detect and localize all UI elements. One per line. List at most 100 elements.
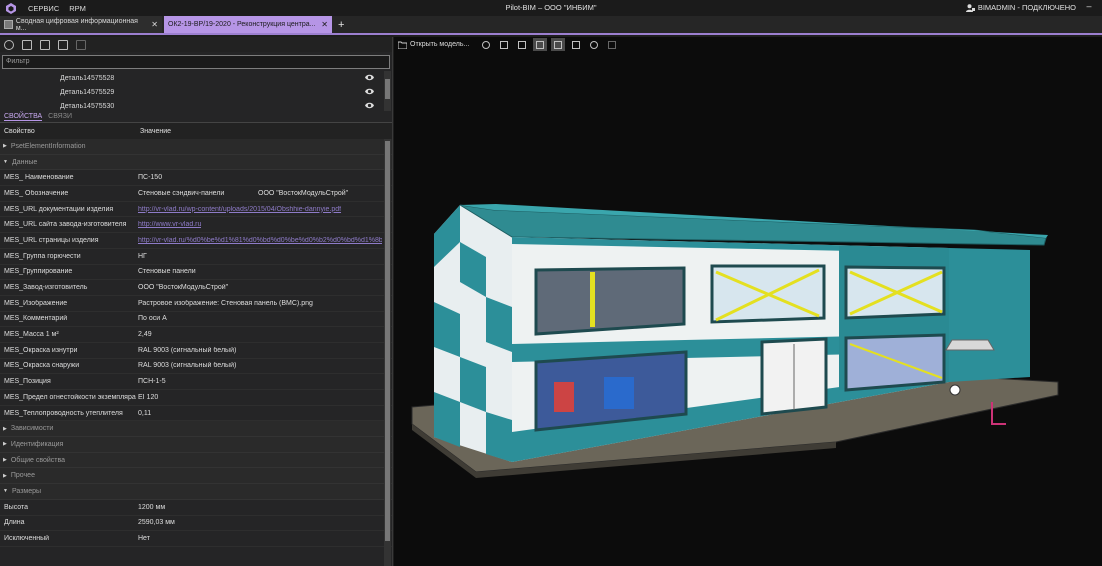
- property-row[interactable]: MES_Масса 1 м² 2,49: [0, 327, 392, 343]
- property-value: НГ: [138, 252, 147, 260]
- property-scrollbar[interactable]: [384, 139, 391, 566]
- dropdown-icon[interactable]: [76, 39, 86, 50]
- open-model-button[interactable]: Открыть модель...: [398, 41, 469, 49]
- model-viewport[interactable]: Открыть модель...: [394, 37, 1102, 566]
- property-row[interactable]: MES_Изображение Растровое изображение: Ст…: [0, 296, 392, 312]
- group-data[interactable]: ▼ Данные: [0, 154, 392, 171]
- tab-reconstruction[interactable]: ОК2-19-ВР/19-2020 - Реконструкция центра…: [164, 16, 332, 33]
- property-value-link[interactable]: http://www.vr-vlad.ru: [136, 221, 201, 228]
- expand-icon: ▶: [3, 472, 7, 479]
- filter-settings-icon[interactable]: [58, 39, 68, 50]
- property-value: По оси А: [138, 315, 167, 323]
- tree-item[interactable]: Деталь14575528: [0, 71, 392, 85]
- section-box-icon[interactable]: [533, 38, 548, 51]
- tree-item[interactable]: Деталь14575530: [0, 99, 392, 113]
- property-value: RAL 9003 (сигнальный белый): [138, 362, 237, 370]
- property-row[interactable]: MES_Позиция ПСН-1-5: [0, 374, 392, 390]
- tab-links[interactable]: СВЯЗИ: [48, 113, 72, 120]
- property-value: Нет: [138, 535, 150, 543]
- add-tab-button[interactable]: +: [338, 19, 344, 31]
- building-3d-model[interactable]: [394, 52, 1102, 566]
- close-icon[interactable]: ✕: [321, 20, 328, 29]
- property-value-link[interactable]: http://vr-vlad.ru/%d0%be%d1%81%d0%bd%d0%…: [136, 237, 382, 244]
- group-pset[interactable]: ▶ PsetElementInformation: [0, 139, 392, 155]
- property-row[interactable]: MES_Группирование Стеновые панели: [0, 265, 392, 281]
- property-row[interactable]: MES_Теплопроводность утеплителя 0,11: [0, 406, 392, 422]
- property-value: 1200 мм: [138, 503, 166, 511]
- property-row[interactable]: MES_URL документации изделия http://vr-vl…: [0, 202, 392, 218]
- filter-input[interactable]: Фильтр: [2, 55, 390, 69]
- refresh-icon[interactable]: [4, 39, 14, 50]
- open-model-label: Открыть модель...: [410, 41, 470, 48]
- menu-service[interactable]: СЕРВИС: [28, 4, 59, 13]
- group-dependencies[interactable]: ▶ Зависимости: [0, 421, 392, 438]
- folder-icon: [398, 41, 407, 49]
- property-row[interactable]: Длина 2590,03 мм: [0, 516, 392, 532]
- property-value-secondary: ООО "ВостокМодульСтрой": [258, 189, 349, 197]
- property-grid-header: Свойство Значение: [0, 123, 392, 139]
- tab-label: ОК2-19-ВР/19-2020 - Реконструкция центра…: [168, 21, 316, 28]
- property-name: MES_Завод-изготовитель: [4, 284, 88, 292]
- tab-label: Сводная цифровая информационная м...: [15, 17, 138, 32]
- tab-properties[interactable]: СВОЙСТВА: [4, 113, 43, 121]
- eye-icon[interactable]: [365, 101, 374, 110]
- property-row[interactable]: MES_URL сайта завода-изготовителя http://…: [0, 217, 392, 234]
- property-name: Высота: [4, 503, 29, 511]
- property-row[interactable]: MES_Комментарий По оси А: [0, 312, 392, 328]
- panel-icon[interactable]: [22, 39, 32, 50]
- group-sizes[interactable]: ▼ Размеры: [0, 484, 392, 500]
- close-icon[interactable]: ✕: [151, 20, 158, 29]
- property-row[interactable]: MES_ Обозначение Стеновые сэндвич-панели О…: [0, 186, 392, 202]
- properties-icon[interactable]: [605, 38, 619, 51]
- group-common-properties[interactable]: ▶ Общие свойства: [0, 452, 392, 469]
- expand-icon: ▶: [3, 143, 7, 150]
- menu-rpm[interactable]: RPM: [69, 4, 86, 13]
- property-row[interactable]: MES_Окраска снаружи RAL 9003 (сигнальный …: [0, 359, 392, 375]
- user-status[interactable]: BIMADMIN - ПОДКЛЮЧЕНО: [965, 3, 1076, 12]
- expand-icon: ▶: [3, 425, 7, 432]
- settings-gear-icon[interactable]: [479, 38, 493, 51]
- group-label: Данные: [11, 158, 38, 166]
- tree-scrollbar[interactable]: [384, 71, 391, 111]
- group-label: PsetElementInformation: [10, 142, 86, 150]
- annotation-icon[interactable]: [569, 38, 583, 51]
- property-row[interactable]: MES_Завод-изготовитель ООО "ВостокМодульС…: [0, 280, 392, 296]
- left-toolbar: [0, 37, 392, 52]
- fit-view-icon[interactable]: [497, 38, 511, 51]
- property-name: MES_Масса 1 м²: [4, 331, 59, 339]
- lock-icon[interactable]: [40, 39, 50, 50]
- property-value-link[interactable]: http://vr-vlad.ru/wp-content/uploads/201…: [136, 206, 341, 213]
- property-name: MES_Комментарий: [4, 315, 68, 323]
- window-title: Pilot-BIM – ООО "ИНБИМ": [505, 3, 597, 12]
- property-name: MES_URL документации изделия: [4, 205, 114, 213]
- property-row[interactable]: MES_Предел огнестойкости экземпляра EI 12…: [0, 390, 392, 406]
- group-other[interactable]: ▶ Прочее: [0, 468, 392, 485]
- column-property: Свойство: [4, 127, 35, 135]
- left-panel: Фильтр Деталь14575528 Деталь14575529 Дет…: [0, 37, 393, 566]
- property-name: MES_Окраска изнутри: [4, 346, 78, 354]
- property-row[interactable]: Высота 1200 мм: [0, 500, 392, 516]
- cube-view-icon[interactable]: [515, 38, 529, 51]
- group-label: Прочее: [10, 472, 35, 480]
- property-name: MES_URL сайта завода-изготовителя: [4, 221, 127, 229]
- eye-icon[interactable]: [365, 87, 374, 96]
- property-row[interactable]: MES_Группа горючести НГ: [0, 249, 392, 265]
- property-row[interactable]: Исключенный Нет: [0, 531, 392, 547]
- property-row[interactable]: MES_ Наименование ПС-150: [0, 170, 392, 187]
- property-value: RAL 9003 (сигнальный белый): [138, 346, 237, 354]
- group-identification[interactable]: ▶ Идентификация: [0, 437, 392, 453]
- comment-icon[interactable]: [551, 38, 566, 51]
- eye-icon[interactable]: [365, 73, 374, 82]
- property-row[interactable]: MES_URL страницы изделия http://vr-vlad.r…: [0, 233, 392, 249]
- minimize-button[interactable]: –: [1084, 1, 1094, 13]
- scrollbar-thumb[interactable]: [385, 79, 390, 99]
- tree-item[interactable]: Деталь14575529: [0, 85, 392, 99]
- tab-summary-model[interactable]: Сводная цифровая информационная м... ✕: [0, 16, 162, 33]
- property-row[interactable]: MES_Окраска изнутри RAL 9003 (сигнальный …: [0, 343, 392, 359]
- title-bar: СЕРВИС RPM Pilot-BIM – ООО "ИНБИМ" BIMAD…: [0, 0, 1102, 16]
- expand-icon: ▶: [3, 441, 7, 448]
- property-name: Исключенный: [4, 535, 50, 543]
- eye-visibility-icon[interactable]: [587, 38, 601, 51]
- scrollbar-thumb[interactable]: [385, 141, 390, 541]
- property-name: MES_ Наименование: [4, 174, 74, 182]
